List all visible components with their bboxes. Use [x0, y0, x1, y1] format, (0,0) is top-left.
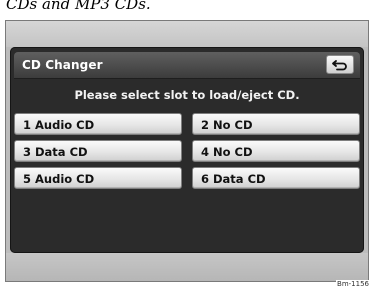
- back-button[interactable]: [326, 55, 354, 74]
- top-bezel: [6, 21, 368, 47]
- slot-label: 3 Data CD: [23, 145, 88, 159]
- page: CDs and MP3 CDs. CD Changer Please selec…: [0, 0, 372, 289]
- cd-changer-panel: CD Changer Please select slot to load/ej…: [10, 47, 364, 253]
- instruction-text: Please select slot to load/eject CD.: [74, 88, 300, 102]
- figure-reference-code: Bm-1156: [336, 280, 370, 288]
- bottom-bezel: [6, 253, 368, 281]
- slot-label: 1 Audio CD: [23, 118, 95, 132]
- manual-caption: CDs and MP3 CDs.: [6, 0, 151, 13]
- slot-6-button[interactable]: 6 Data CD: [192, 167, 360, 189]
- slot-label: 5 Audio CD: [23, 172, 95, 186]
- slot-1-button[interactable]: 1 Audio CD: [14, 113, 182, 135]
- title-bar: CD Changer: [14, 52, 360, 79]
- back-arrow-icon: [332, 59, 347, 70]
- slot-3-button[interactable]: 3 Data CD: [14, 140, 182, 162]
- slot-label: 6 Data CD: [201, 172, 266, 186]
- display-screen: CD Changer Please select slot to load/ej…: [5, 20, 369, 282]
- slot-label: 2 No CD: [201, 118, 253, 132]
- slot-2-button[interactable]: 2 No CD: [192, 113, 360, 135]
- window-title: CD Changer: [22, 58, 103, 72]
- slot-4-button[interactable]: 4 No CD: [192, 140, 360, 162]
- slot-5-button[interactable]: 5 Audio CD: [14, 167, 182, 189]
- slot-label: 4 No CD: [201, 145, 253, 159]
